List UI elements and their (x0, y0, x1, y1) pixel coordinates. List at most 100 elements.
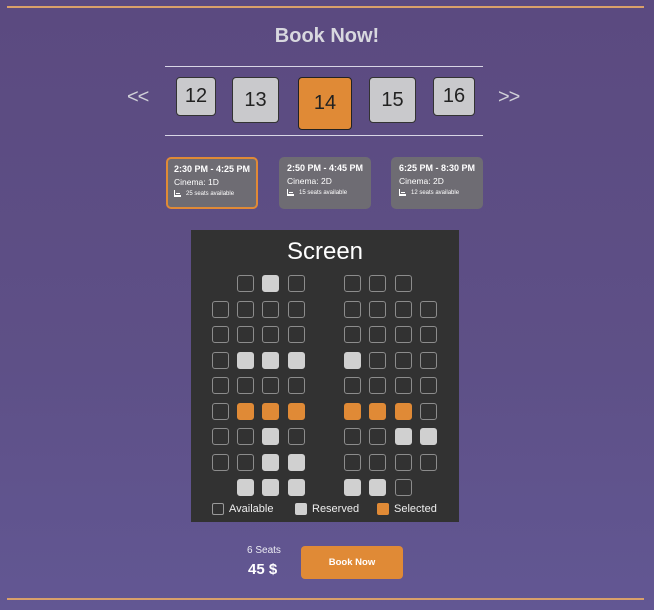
seat-available[interactable] (212, 428, 229, 445)
seat-available[interactable] (212, 403, 229, 420)
seat-selected[interactable] (262, 403, 279, 420)
showtime-card[interactable]: 6:25 PM - 8:30 PM Cinema: 2D 12 seats av… (391, 157, 483, 209)
seat-reserved (420, 428, 437, 445)
seat-reserved (237, 479, 254, 496)
seat-selected[interactable] (395, 403, 412, 420)
seat-reserved (395, 428, 412, 445)
seat-available[interactable] (212, 326, 229, 343)
seat-available[interactable] (395, 479, 412, 496)
seat-selected[interactable] (237, 403, 254, 420)
date-13-button[interactable]: 13 (232, 77, 279, 123)
seat-available[interactable] (420, 352, 437, 369)
date-16-button[interactable]: 16 (433, 77, 475, 116)
seat-available[interactable] (369, 326, 386, 343)
seat-available[interactable] (395, 301, 412, 318)
seat-icon (174, 190, 182, 197)
seat-reserved (262, 454, 279, 471)
seat-available[interactable] (344, 301, 361, 318)
legend-reserved-label: Reserved (312, 503, 360, 515)
date-15-button[interactable]: 15 (369, 77, 416, 123)
seat-selected[interactable] (344, 403, 361, 420)
showtime-card[interactable]: 2:50 PM - 4:45 PM Cinema: 2D 15 seats av… (279, 157, 371, 209)
showtime-time: 6:25 PM - 8:30 PM (399, 163, 476, 173)
book-now-button[interactable]: Book Now (301, 546, 403, 579)
date-14-button[interactable]: 14 (298, 77, 352, 130)
seat-reserved (262, 352, 279, 369)
seat-available[interactable] (212, 301, 229, 318)
seat-reserved (344, 352, 361, 369)
date-12-button[interactable]: 12 (176, 77, 216, 116)
seat-available[interactable] (420, 377, 437, 394)
seat-map-panel: Screen Available Reserved Selected (191, 230, 459, 522)
seat-available[interactable] (420, 403, 437, 420)
seat-available[interactable] (237, 301, 254, 318)
seat-icon (399, 189, 407, 196)
seat-available[interactable] (369, 301, 386, 318)
seat-available[interactable] (344, 428, 361, 445)
seat-reserved (288, 454, 305, 471)
available-swatch (212, 503, 224, 515)
seat-available[interactable] (288, 326, 305, 343)
seat-available[interactable] (369, 454, 386, 471)
showtime-time: 2:50 PM - 4:45 PM (287, 163, 364, 173)
seat-available[interactable] (395, 352, 412, 369)
seat-available[interactable] (288, 301, 305, 318)
seat-available[interactable] (344, 275, 361, 292)
seat-available[interactable] (262, 377, 279, 394)
showtime-card[interactable]: 2:30 PM - 4:25 PM Cinema: 1D 25 seats av… (166, 157, 258, 209)
seat-available[interactable] (237, 377, 254, 394)
seat-reserved (237, 352, 254, 369)
seat-available[interactable] (288, 428, 305, 445)
seat-reserved (262, 479, 279, 496)
seat-reserved (344, 479, 361, 496)
showtime-seats-available: 12 seats available (411, 189, 460, 196)
seat-available[interactable] (212, 377, 229, 394)
legend-selected: Selected (377, 503, 437, 515)
seat-available[interactable] (344, 377, 361, 394)
showtime-cinema: Cinema: 1D (174, 177, 219, 187)
legend-selected-label: Selected (394, 503, 437, 515)
seat-available[interactable] (344, 454, 361, 471)
showtime-time: 2:30 PM - 4:25 PM (174, 164, 251, 174)
seat-available[interactable] (237, 275, 254, 292)
seat-available[interactable] (395, 275, 412, 292)
seat-available[interactable] (369, 352, 386, 369)
screen-label: Screen (286, 238, 364, 265)
date-strip-top-divider (165, 66, 483, 67)
seat-available[interactable] (395, 377, 412, 394)
seat-available[interactable] (395, 326, 412, 343)
seat-icon (287, 189, 295, 196)
total-price: 45 $ (248, 561, 278, 578)
next-dates-button[interactable]: >> (498, 86, 520, 109)
seat-available[interactable] (420, 326, 437, 343)
selected-swatch (377, 503, 389, 515)
seat-available[interactable] (420, 301, 437, 318)
seat-available[interactable] (237, 326, 254, 343)
seat-selected[interactable] (288, 403, 305, 420)
seat-available[interactable] (212, 454, 229, 471)
seat-available[interactable] (420, 454, 437, 471)
seat-available[interactable] (237, 428, 254, 445)
seat-available[interactable] (262, 326, 279, 343)
seat-reserved (262, 275, 279, 292)
page-title: Book Now! (274, 25, 380, 47)
prev-dates-button[interactable]: << (127, 86, 149, 109)
seat-reserved (262, 428, 279, 445)
showtime-seats-available: 15 seats available (299, 189, 348, 196)
seat-available[interactable] (395, 454, 412, 471)
seat-available[interactable] (288, 275, 305, 292)
date-strip-bottom-divider (165, 135, 483, 136)
seat-reserved (369, 479, 386, 496)
seat-available[interactable] (262, 301, 279, 318)
seat-available[interactable] (288, 377, 305, 394)
showtime-cinema: Cinema: 2D (399, 176, 444, 186)
top-divider (7, 6, 644, 8)
seat-selected[interactable] (369, 403, 386, 420)
seat-available[interactable] (212, 352, 229, 369)
seat-available[interactable] (237, 454, 254, 471)
seat-available[interactable] (369, 377, 386, 394)
seat-available[interactable] (344, 326, 361, 343)
seat-available[interactable] (369, 428, 386, 445)
seat-available[interactable] (369, 275, 386, 292)
seat-reserved (288, 479, 305, 496)
